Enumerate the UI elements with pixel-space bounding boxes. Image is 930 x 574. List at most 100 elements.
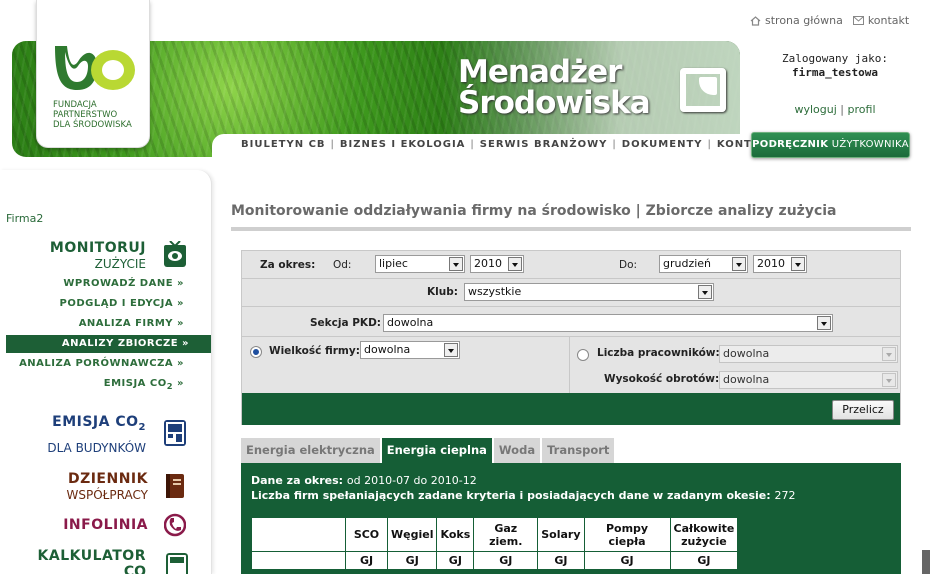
- company-size-value: dowolna: [364, 343, 411, 356]
- user-links: wyloguj | profil: [750, 103, 920, 116]
- from-label: Od:: [333, 259, 352, 271]
- chevron-down-icon: [508, 257, 522, 271]
- notebook-icon: [166, 474, 184, 498]
- home-link[interactable]: strona główna: [750, 14, 843, 27]
- to-month-value: grudzień: [663, 257, 712, 270]
- manual-label-rest: UŻYTKOWNIKA: [828, 139, 909, 150]
- emisja-title-sub: 2: [138, 421, 146, 433]
- topnav-dokumenty[interactable]: DOKUMENTY: [617, 139, 708, 150]
- unit-cell: GJ: [669, 551, 739, 570]
- top-navigation: BIULETYN CB | BIZNES I EKOLOGIA | SERWIS B…: [236, 139, 781, 150]
- turnover-value: dowolna: [723, 373, 770, 386]
- header-calkowite: Całkowite zużycie: [669, 517, 739, 552]
- chevron-down-icon: [449, 257, 463, 271]
- header-wegiel: Węgiel: [386, 517, 438, 552]
- contact-link-label: kontakt: [867, 14, 910, 27]
- logo-mark-icon: [55, 46, 135, 90]
- chevron-down-icon: [698, 285, 712, 299]
- tab-transport[interactable]: Transport: [542, 438, 615, 463]
- menu-emisja-co2[interactable]: EMISJA CO2 »: [6, 375, 206, 393]
- menu-emisja-label: EMISJA CO: [103, 378, 167, 389]
- chevron-down-icon: [732, 257, 746, 271]
- topnav-serwis[interactable]: SERWIS BRANŻOWY: [475, 139, 613, 150]
- tab-energia-cieplna[interactable]: Energia cieplna: [381, 438, 492, 463]
- company-size-radio[interactable]: [250, 346, 262, 358]
- emisja-title-text: EMISJA CO: [52, 414, 139, 430]
- table-row: GJ GJ GJ GJ GJ GJ GJ: [251, 551, 739, 570]
- employees-select[interactable]: dowolna: [719, 345, 898, 363]
- brand-wordmark: Menadżer Środowiska: [458, 57, 651, 121]
- turnover-label: Wysokość obrotów:: [604, 373, 720, 385]
- tab-woda[interactable]: Woda: [493, 438, 541, 463]
- pkd-label: Sekcja PKD:: [310, 317, 381, 329]
- unit-cell: GJ: [345, 551, 388, 570]
- dziennik-section[interactable]: DZIENNIK WSPÓŁPRACY: [20, 471, 149, 503]
- monitoruj-section[interactable]: MONITORUJ ZUŻYCIE: [20, 240, 146, 272]
- count-summary-label: Liczba firm spełaniających zadane kryter…: [251, 489, 771, 502]
- club-label: Klub:: [427, 286, 458, 298]
- dziennik-title: DZIENNIK: [67, 471, 148, 487]
- menu-analizy-zbiorcze[interactable]: ANALIZY ZBIORCZE »: [6, 335, 211, 353]
- chevron-down-icon: [882, 347, 896, 361]
- to-label: Do:: [619, 259, 638, 271]
- brand-line-2: Środowiska: [458, 85, 651, 121]
- pkd-select[interactable]: dowolna: [383, 314, 833, 332]
- period-row: Za okres: Od: lipiec 2010 Do: grudzień 2…: [242, 251, 900, 279]
- employees-label: Liczba pracowników:: [597, 347, 720, 359]
- to-year-select[interactable]: 2010: [753, 255, 807, 273]
- employees-radio[interactable]: [577, 349, 589, 361]
- header-solary: Solary: [537, 517, 585, 552]
- contact-link[interactable]: kontakt: [852, 14, 910, 27]
- co2-calculator-icon: [166, 553, 188, 574]
- period-summary-value: od 2010-07 do 2010-12: [346, 474, 477, 487]
- unit-cell: GJ: [436, 551, 475, 570]
- company-size-select[interactable]: dowolna: [360, 341, 460, 359]
- tab-energia-elektryczna[interactable]: Energia elektryczna: [241, 438, 380, 463]
- brand-leaf-icon: [680, 68, 726, 112]
- recalculate-button[interactable]: Przelicz: [832, 400, 894, 420]
- form-action-bar: [242, 393, 900, 425]
- user-manual-button[interactable]: PODRĘCZNIK UŻYTKOWNIKA: [751, 132, 910, 158]
- logo[interactable]: FUNDACJA PARTNERSTWO DLA ŚRODOWISKA: [36, 0, 150, 148]
- size-label: Wielkość firmy:: [269, 345, 360, 357]
- chevron-down-icon: [882, 373, 896, 387]
- infolinia-section[interactable]: INFOLINIA: [20, 517, 148, 533]
- from-month-select[interactable]: lipiec: [375, 255, 465, 273]
- unit-cell: GJ: [473, 551, 539, 570]
- topnav-biznes[interactable]: BIZNES I EKOLOGIA: [335, 139, 471, 150]
- employees-value: dowolna: [723, 347, 770, 360]
- club-value: wszystkie: [468, 285, 522, 298]
- to-year-value: 2010: [757, 257, 785, 270]
- menu-analiza-porownawcza[interactable]: ANALIZA PORÓWNAWCZA »: [6, 355, 206, 373]
- monitoruj-subtitle: ZUŻYCIE: [94, 257, 146, 271]
- results-panel: Dane za okres: od 2010-07 do 2010-12 Lic…: [241, 463, 901, 574]
- pkd-value: dowolna: [387, 316, 434, 329]
- infolinia-title: INFOLINIA: [63, 517, 148, 533]
- period-summary-label: Dane za okres:: [251, 474, 344, 487]
- emisja-subtitle: DLA BUDYNKÓW: [47, 440, 146, 455]
- kalkulator-subtitle: CO: [123, 564, 146, 574]
- scrollbar-fragment[interactable]: [922, 550, 930, 574]
- column-divider: [569, 337, 570, 393]
- menu-wprowadz-dane[interactable]: WPROWADŹ DANE »: [6, 275, 206, 293]
- topnav-biuletyn[interactable]: BIULETYN CB: [236, 139, 331, 150]
- unit-cell: GJ: [386, 551, 438, 570]
- kalkulator-section[interactable]: KALKULATOR CO: [20, 548, 146, 574]
- top-links: strona główna kontakt: [750, 14, 909, 27]
- dziennik-subtitle: WSPÓŁPRACY: [66, 488, 149, 502]
- logout-link[interactable]: wyloguj: [794, 103, 836, 116]
- from-year-select[interactable]: 2010: [470, 255, 524, 273]
- header-koks: Koks: [436, 517, 475, 552]
- header-pompy: Pompy ciepła: [583, 517, 671, 552]
- menu-podglad-edycja[interactable]: PODGLĄD I EDYCJA »: [6, 295, 206, 313]
- logo-line-3: DLA ŚRODOWISKA: [53, 120, 132, 130]
- menu-analiza-firmy[interactable]: ANALIZA FIRMY »: [6, 315, 206, 333]
- to-month-select[interactable]: grudzień: [659, 255, 748, 273]
- profile-link[interactable]: profil: [848, 103, 876, 116]
- turnover-select[interactable]: dowolna: [719, 371, 898, 389]
- emisja-section[interactable]: EMISJA CO2 DLA BUDYNKÓW: [20, 414, 146, 456]
- club-row: Klub: wszystkie: [242, 279, 900, 307]
- club-select[interactable]: wszystkie: [464, 283, 714, 301]
- header-gaz: Gaz ziem.: [473, 517, 539, 552]
- logged-as-label: Zalogowany jako:: [782, 52, 888, 65]
